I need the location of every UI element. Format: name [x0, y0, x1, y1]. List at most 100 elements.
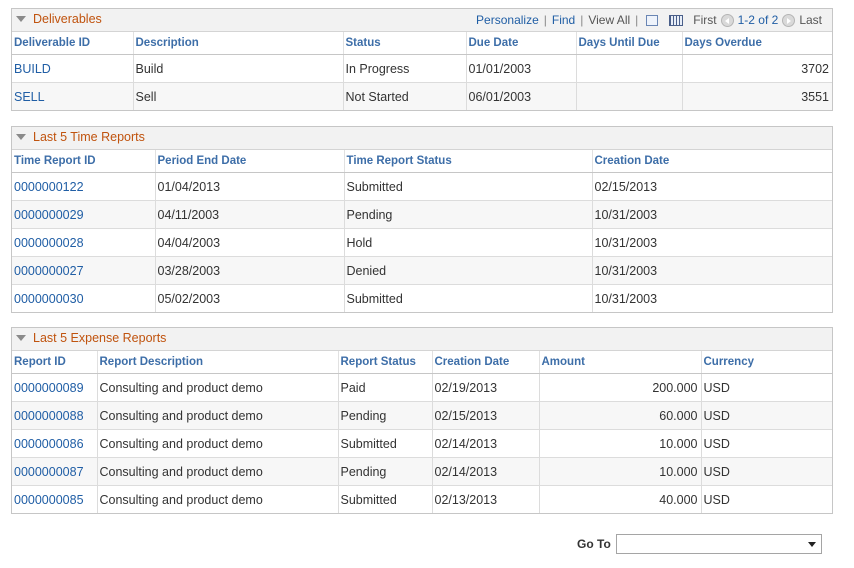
- deliverable-id-link[interactable]: SELL: [14, 90, 45, 104]
- report-id-link[interactable]: 0000000086: [14, 437, 84, 451]
- time-report-id-cell[interactable]: 0000000122: [12, 172, 156, 201]
- zoom-grid-icon[interactable]: [646, 14, 659, 26]
- time-report-id-cell[interactable]: 0000000029: [12, 200, 156, 229]
- time-report-id-link[interactable]: 0000000122: [14, 180, 84, 194]
- previous-arrow-icon[interactable]: [720, 13, 734, 27]
- view-all-link[interactable]: View All: [588, 13, 630, 27]
- column-header-amount[interactable]: Amount: [539, 351, 702, 374]
- time-report-id-link[interactable]: 0000000028: [14, 236, 84, 250]
- deliverables-title[interactable]: Deliverables: [16, 12, 102, 26]
- goto-control: Go To: [577, 534, 822, 554]
- column-header-status[interactable]: Status: [343, 32, 467, 55]
- column-header-time-report-id[interactable]: Time Report ID: [12, 150, 156, 173]
- expense-reports-table: Report ID Report Description Report Stat…: [12, 351, 832, 513]
- time-report-id-cell[interactable]: 0000000030: [12, 284, 156, 312]
- deliverables-grid: Deliverables Personalize | Find | View A…: [11, 8, 833, 111]
- time-report-status-cell: Denied: [344, 256, 593, 285]
- amount-cell: 10.000: [539, 457, 702, 486]
- table-row: 0000000027 03/28/2003 Denied 10/31/2003: [12, 256, 832, 285]
- currency-cell: USD: [703, 492, 730, 507]
- time-report-id-link[interactable]: 0000000030: [14, 292, 84, 306]
- goto-select[interactable]: [615, 534, 822, 554]
- column-header-days-overdue[interactable]: Days Overdue: [682, 32, 832, 55]
- time-report-status-cell: Submitted: [344, 172, 593, 201]
- days-until-due-cell: [576, 54, 683, 83]
- period-end-date-cell: 05/02/2003: [155, 284, 345, 312]
- column-header-creation-date[interactable]: Creation Date: [592, 150, 832, 173]
- column-header-deliverable-id[interactable]: Deliverable ID: [12, 32, 134, 55]
- report-id-link[interactable]: 0000000085: [14, 493, 84, 507]
- column-header-days-until-due[interactable]: Days Until Due: [576, 32, 683, 55]
- time-reports-title[interactable]: Last 5 Time Reports: [16, 130, 145, 144]
- amount-cell: 200.000: [539, 373, 702, 402]
- report-id-cell[interactable]: 0000000088: [12, 401, 98, 430]
- time-report-id-link[interactable]: 0000000027: [14, 264, 84, 278]
- table-row: BUILD Build In Progress 01/01/2003 3702: [12, 54, 832, 83]
- creation-date-cell: 02/15/2013: [592, 172, 832, 201]
- creation-date-cell: 10/31/2003: [594, 291, 658, 306]
- currency-cell: USD: [701, 429, 832, 458]
- report-id-cell[interactable]: 0000000087: [12, 457, 98, 486]
- first-label: First: [693, 13, 717, 27]
- amount-cell: 10.000: [539, 429, 702, 458]
- deliverable-id-cell[interactable]: BUILD: [12, 54, 134, 83]
- creation-date-cell: 02/14/2013: [432, 429, 540, 458]
- collapse-triangle-icon[interactable]: [16, 16, 26, 22]
- column-header-report-id[interactable]: Report ID: [12, 351, 98, 374]
- time-report-id-link[interactable]: 0000000029: [14, 208, 84, 222]
- find-link[interactable]: Find: [552, 13, 575, 27]
- due-date-cell: 01/01/2003: [466, 54, 577, 83]
- table-row: 0000000122 01/04/2013 Submitted 02/15/20…: [12, 172, 832, 201]
- column-header-description[interactable]: Description: [133, 32, 344, 55]
- column-header-report-status[interactable]: Report Status: [338, 351, 433, 374]
- days-until-due-cell: [576, 82, 683, 110]
- expense-reports-title-text: Last 5 Expense Reports: [33, 331, 167, 345]
- due-date-cell: 06/01/2003: [466, 82, 577, 110]
- download-spreadsheet-icon[interactable]: [669, 14, 684, 26]
- last-label: Last: [799, 13, 822, 27]
- table-row: 0000000030 05/02/2003 Submitted 10/31/20…: [12, 284, 832, 312]
- status-cell: Not Started: [343, 82, 467, 110]
- period-end-date-cell: 03/28/2003: [155, 256, 345, 285]
- report-description-cell: Consulting and product demo: [97, 485, 339, 513]
- table-row: 0000000029 04/11/2003 Pending 10/31/2003: [12, 200, 832, 229]
- dropdown-arrow-icon[interactable]: [807, 542, 816, 547]
- deliverable-id-link[interactable]: BUILD: [14, 62, 51, 76]
- column-header-period-end-date[interactable]: Period End Date: [155, 150, 345, 173]
- time-report-status-cell: Hold: [344, 228, 593, 257]
- report-id-cell[interactable]: 0000000089: [12, 373, 98, 402]
- period-end-date-cell: 04/04/2003: [155, 228, 345, 257]
- column-header-time-report-status[interactable]: Time Report Status: [344, 150, 593, 173]
- report-description-cell: Consulting and product demo: [97, 457, 339, 486]
- report-description-cell: Consulting and product demo: [97, 373, 339, 402]
- currency-cell: USD: [701, 401, 832, 430]
- expense-reports-title[interactable]: Last 5 Expense Reports: [16, 331, 166, 345]
- nav-separator: |: [543, 13, 547, 27]
- column-header-creation-date[interactable]: Creation Date: [432, 351, 540, 374]
- deliverables-table: Deliverable ID Description Status Due Da…: [12, 32, 832, 110]
- time-report-id-cell[interactable]: 0000000027: [12, 256, 156, 285]
- collapse-triangle-icon[interactable]: [16, 335, 26, 341]
- row-range: 1-2 of 2: [737, 13, 779, 27]
- description-cell: Sell: [133, 82, 344, 110]
- personalize-link[interactable]: Personalize: [476, 13, 539, 27]
- column-header-due-date[interactable]: Due Date: [466, 32, 577, 55]
- creation-date-cell: 02/19/2013: [432, 373, 540, 402]
- table-row: 0000000086 Consulting and product demo S…: [12, 429, 832, 458]
- collapse-triangle-icon[interactable]: [16, 134, 26, 140]
- expense-reports-header: Last 5 Expense Reports: [12, 328, 832, 351]
- amount-cell: 40.000: [539, 485, 702, 513]
- next-arrow-icon[interactable]: [782, 13, 796, 27]
- report-id-link[interactable]: 0000000088: [14, 409, 84, 423]
- report-id-link[interactable]: 0000000087: [14, 465, 84, 479]
- column-header-currency[interactable]: Currency: [701, 351, 832, 374]
- currency-cell: USD: [701, 373, 832, 402]
- report-id-cell[interactable]: 0000000086: [12, 429, 98, 458]
- report-id-link[interactable]: 0000000089: [14, 381, 84, 395]
- column-header-report-description[interactable]: Report Description: [97, 351, 339, 374]
- table-header-row: Time Report ID Period End Date Time Repo…: [12, 150, 832, 173]
- report-id-cell[interactable]: 0000000085: [12, 485, 98, 513]
- time-report-id-cell[interactable]: 0000000028: [12, 228, 156, 257]
- deliverable-id-cell[interactable]: SELL: [12, 82, 134, 110]
- report-description-cell: Consulting and product demo: [97, 401, 339, 430]
